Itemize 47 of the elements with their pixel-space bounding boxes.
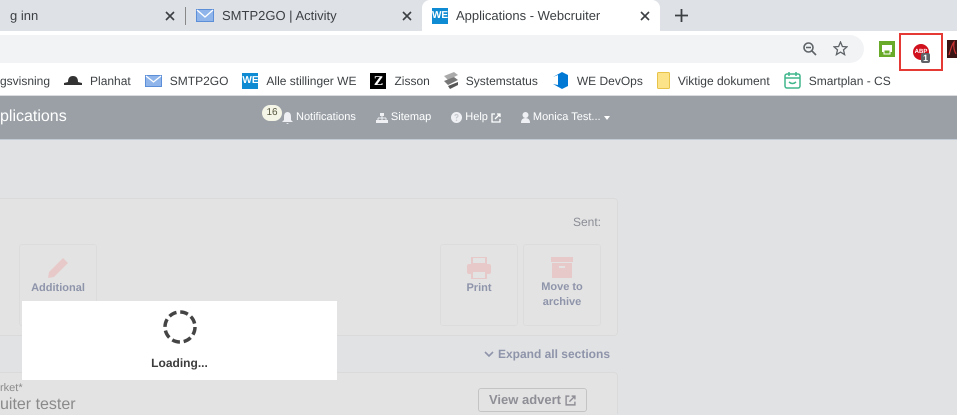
spinner-icon xyxy=(162,310,196,344)
browser-tab[interactable]: SMTP2GO | Activity xyxy=(186,0,422,31)
envelope-icon xyxy=(144,74,162,86)
logo-icon: WE xyxy=(432,8,448,24)
close-icon[interactable] xyxy=(640,10,650,20)
bookmark[interactable]: Z Zisson xyxy=(370,68,430,92)
sitemap-icon xyxy=(376,112,388,122)
hat-icon xyxy=(64,76,82,85)
logo-icon: WE xyxy=(242,72,258,88)
new-tab-icon[interactable] xyxy=(675,9,688,22)
envelope-icon xyxy=(196,9,214,22)
stacked-chevron-icon xyxy=(444,72,458,89)
field-label: rket* xyxy=(0,381,24,395)
count-badge: 1 xyxy=(921,52,930,62)
field-value: uiter tester xyxy=(0,395,76,414)
bookmark[interactable]: gsvisning xyxy=(0,68,50,92)
zoom-out-icon[interactable] xyxy=(803,42,817,56)
bookmark[interactable]: Smartplan - CS xyxy=(784,68,891,92)
star-icon[interactable] xyxy=(833,41,848,56)
bookmark[interactable]: WE DevOps xyxy=(552,68,643,92)
loading-text: Loading... xyxy=(151,354,208,372)
folder-icon xyxy=(656,72,670,89)
pdf-icon[interactable] xyxy=(947,40,957,58)
bookmark[interactable]: SMTP2GO xyxy=(144,68,228,92)
logo-icon: Z xyxy=(370,72,386,88)
user-icon xyxy=(520,112,530,123)
bell-icon xyxy=(282,112,293,124)
close-icon[interactable] xyxy=(165,10,175,20)
calendar-icon xyxy=(784,72,801,89)
browser-tab[interactable]: WE Applications - Webcruiter xyxy=(422,0,660,31)
browser-tab[interactable]: g inn xyxy=(0,0,185,31)
sent-label: Sent: xyxy=(572,214,601,231)
printer-icon xyxy=(467,257,491,279)
devops-icon xyxy=(552,72,569,89)
page-title: plications xyxy=(0,106,68,126)
external-link-icon xyxy=(565,394,576,406)
pencil-icon xyxy=(47,257,69,279)
chevron-icon xyxy=(484,351,494,357)
close-icon[interactable] xyxy=(402,10,412,20)
archive-box-icon xyxy=(551,257,573,278)
bookmark[interactable]: Systemstatus xyxy=(444,68,538,92)
count-badge: 16 xyxy=(262,104,282,120)
bookmark[interactable]: WE Alle stillinger WE xyxy=(242,68,356,92)
help-icon xyxy=(451,112,462,123)
bookmark[interactable]: Viktige dokument xyxy=(656,68,770,92)
printer-icon[interactable] xyxy=(879,40,895,56)
bookmark[interactable]: Planhat xyxy=(64,68,131,92)
